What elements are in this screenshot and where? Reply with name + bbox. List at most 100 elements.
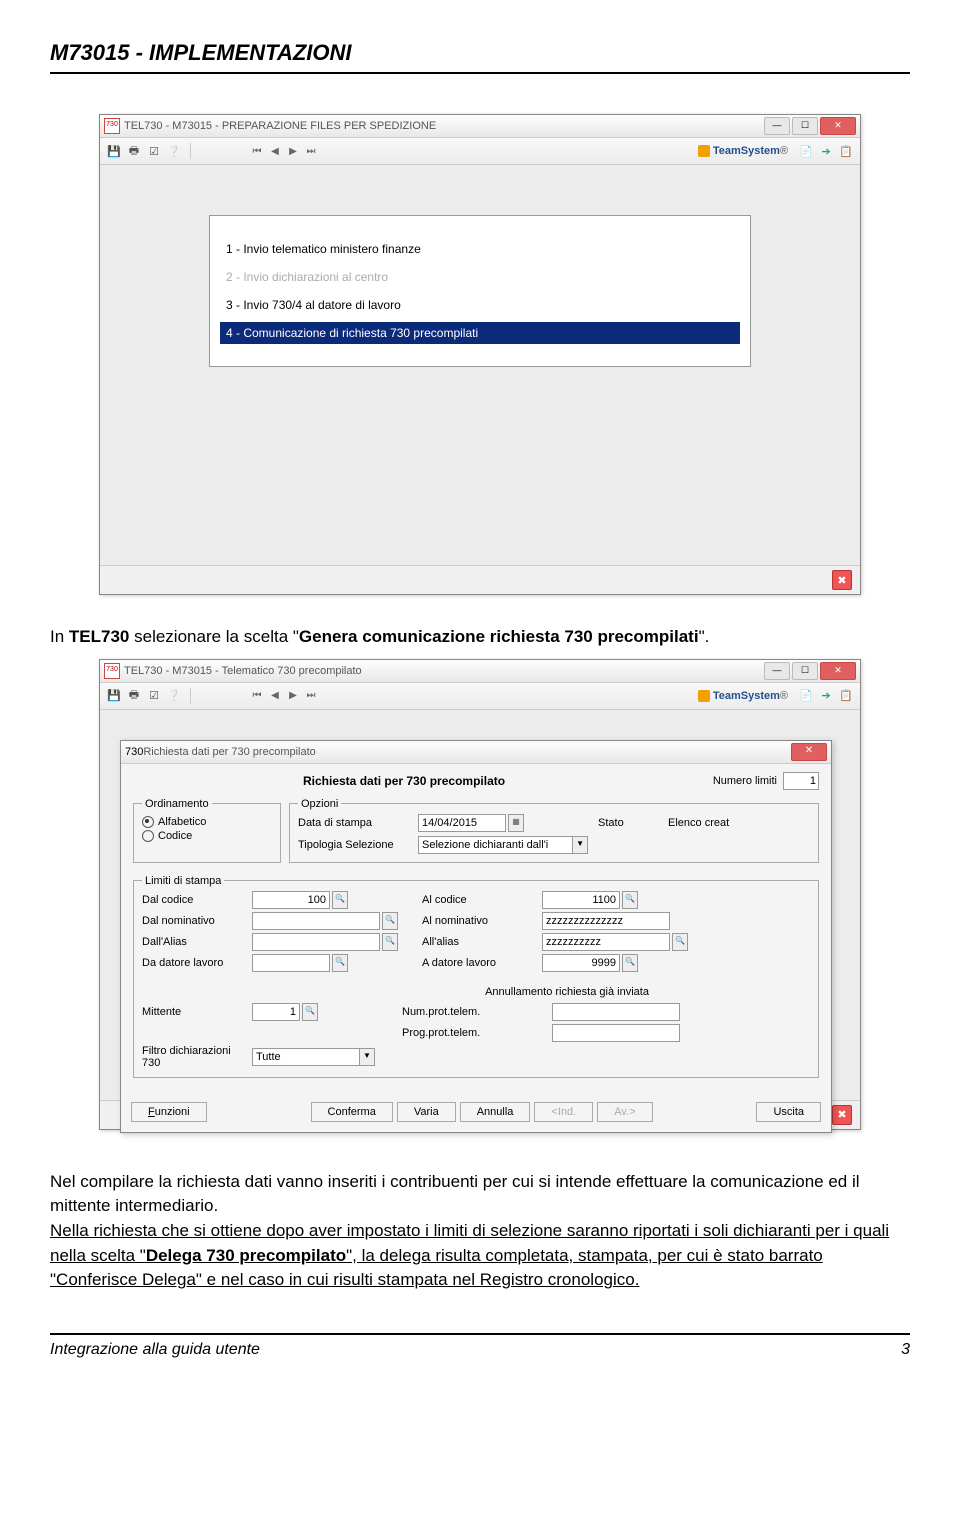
annullamento-label: Annullamento richiesta già inviata — [402, 986, 732, 998]
nav-next-icon[interactable]: ▶ — [285, 690, 301, 701]
minimize-button[interactable]: — — [764, 662, 790, 680]
doc2-icon[interactable]: 📋 — [838, 688, 854, 704]
num-prot-input[interactable] — [552, 1003, 680, 1021]
nav-last-icon[interactable]: ⏭ — [303, 146, 319, 157]
window-controls: — ☐ ✕ — [764, 117, 856, 135]
dialog-button-row: Funzioni Conferma Varia Annulla <Ind. Av… — [121, 1096, 831, 1132]
close-button[interactable]: ✕ — [820, 117, 856, 135]
prog-prot-input[interactable] — [552, 1024, 680, 1042]
da-datore-input[interactable] — [252, 954, 330, 972]
lookup-icon[interactable]: 🔍 — [672, 933, 688, 951]
nav-last-icon[interactable]: ⏭ — [303, 690, 319, 701]
exit-icon[interactable]: ✖ — [832, 1105, 852, 1125]
brand-square-icon — [698, 690, 710, 702]
conferma-button[interactable]: Conferma — [311, 1102, 393, 1122]
doc-icon[interactable]: 📄 — [798, 143, 814, 159]
save-icon[interactable]: 💾 — [106, 688, 122, 704]
settings-icon[interactable]: ☑ — [146, 688, 162, 704]
al-nominativo-label: Al nominativo — [422, 915, 532, 927]
av-button: Av.> — [597, 1102, 652, 1122]
dall-alias-input[interactable] — [252, 933, 380, 951]
minimize-button[interactable]: — — [764, 117, 790, 135]
menu-item-1[interactable]: 1 - Invio telematico ministero finanze — [220, 238, 740, 260]
tipologia-dropdown[interactable]: ▼ — [418, 836, 588, 854]
brand-square-icon — [698, 145, 710, 157]
data-stampa-input[interactable] — [418, 814, 506, 832]
numero-limiti-label: Numero limiti — [713, 775, 777, 787]
nav-prev-icon[interactable]: ◀ — [267, 146, 283, 157]
title-divider — [50, 72, 910, 74]
close-button[interactable]: ✕ — [820, 662, 856, 680]
lookup-icon[interactable]: 🔍 — [332, 891, 348, 909]
lookup-icon[interactable]: 🔍 — [302, 1003, 318, 1021]
nav-first-icon[interactable]: ⏮ — [249, 690, 265, 701]
al-codice-input[interactable] — [542, 891, 620, 909]
print-icon[interactable]: 🖶 — [126, 143, 142, 159]
varia-button[interactable]: Varia — [397, 1102, 456, 1122]
page-number: 3 — [901, 1341, 910, 1359]
menu-panel: 1 - Invio telematico ministero finanze 2… — [209, 215, 751, 367]
doc-icon[interactable]: 📄 — [798, 688, 814, 704]
radio-codice-label: Codice — [158, 830, 192, 842]
save-icon[interactable]: 💾 — [106, 143, 122, 159]
footer-left: Integrazione alla guida utente — [50, 1341, 260, 1359]
dal-nominativo-label: Dal nominativo — [142, 915, 242, 927]
chevron-down-icon[interactable]: ▼ — [573, 836, 588, 854]
lookup-icon[interactable]: 🔍 — [382, 933, 398, 951]
nav-prev-icon[interactable]: ◀ — [267, 690, 283, 701]
dialog-icon: 730 — [125, 746, 143, 758]
record-nav: ⏮ ◀ ▶ ⏭ — [249, 690, 319, 701]
maximize-button[interactable]: ☐ — [792, 662, 818, 680]
settings-icon[interactable]: ☑ — [146, 143, 162, 159]
arrow-right-icon[interactable]: ➔ — [818, 143, 834, 159]
doc2-icon[interactable]: 📋 — [838, 143, 854, 159]
al-nominativo-input[interactable] — [542, 912, 670, 930]
filtro-value[interactable] — [252, 1048, 360, 1066]
chevron-down-icon[interactable]: ▼ — [360, 1048, 375, 1066]
ind-button: <Ind. — [534, 1102, 593, 1122]
dialog-close-button[interactable]: ✕ — [791, 743, 827, 761]
menu-item-4[interactable]: 4 - Comunicazione di richiesta 730 preco… — [220, 322, 740, 344]
elenco-label: Elenco creat — [668, 817, 788, 829]
page-footer: Integrazione alla guida utente 3 — [50, 1333, 910, 1359]
lookup-icon[interactable]: 🔍 — [332, 954, 348, 972]
limiti-legend: Limiti di stampa — [142, 875, 224, 887]
all-alias-input[interactable] — [542, 933, 670, 951]
uscita-button[interactable]: Uscita — [756, 1102, 821, 1122]
calendar-icon[interactable]: ▦ — [508, 814, 524, 832]
dialog-richiesta: 730 Richiesta dati per 730 precompilato … — [120, 740, 832, 1133]
arrow-right-icon[interactable]: ➔ — [818, 688, 834, 704]
toolbar-2: 💾 🖶 ☑ ❔ ⏮ ◀ ▶ ⏭ TeamSystem® 📄 ➔ 📋 — [100, 683, 860, 710]
titlebar-2: 730 TEL730 - M73015 - Telematico 730 pre… — [100, 660, 860, 683]
radio-codice[interactable]: Codice — [142, 830, 272, 842]
brand-logo: TeamSystem® — [698, 690, 788, 702]
filtro-dropdown[interactable]: ▼ — [252, 1048, 392, 1066]
funzioni-button[interactable]: Funzioni — [131, 1102, 207, 1122]
menu-item-2: 2 - Invio dichiarazioni al centro — [220, 266, 740, 288]
brand-logo: TeamSystem® — [698, 145, 788, 157]
window-title-text: TEL730 - M73015 - Telematico 730 precomp… — [124, 665, 764, 677]
help-icon[interactable]: ❔ — [166, 143, 182, 159]
mittente-label: Mittente — [142, 1006, 242, 1018]
a-datore-input[interactable] — [542, 954, 620, 972]
dal-codice-input[interactable] — [252, 891, 330, 909]
menu-item-3[interactable]: 3 - Invio 730/4 al datore di lavoro — [220, 294, 740, 316]
dall-alias-label: Dall'Alias — [142, 936, 242, 948]
lookup-icon[interactable]: 🔍 — [622, 954, 638, 972]
record-nav: ⏮ ◀ ▶ ⏭ — [249, 146, 319, 157]
lookup-icon[interactable]: 🔍 — [622, 891, 638, 909]
tipologia-value[interactable] — [418, 836, 573, 854]
dal-nominativo-input[interactable] — [252, 912, 380, 930]
statusbar: ✖ — [100, 565, 860, 594]
radio-alfabetico[interactable]: Alfabetico — [142, 816, 272, 828]
help-icon[interactable]: ❔ — [166, 688, 182, 704]
exit-icon[interactable]: ✖ — [832, 570, 852, 590]
nav-next-icon[interactable]: ▶ — [285, 146, 301, 157]
print-icon[interactable]: 🖶 — [126, 688, 142, 704]
mittente-input[interactable] — [252, 1003, 300, 1021]
numero-limiti-input[interactable] — [783, 772, 819, 790]
lookup-icon[interactable]: 🔍 — [382, 912, 398, 930]
maximize-button[interactable]: ☐ — [792, 117, 818, 135]
nav-first-icon[interactable]: ⏮ — [249, 146, 265, 157]
annulla-button[interactable]: Annulla — [460, 1102, 531, 1122]
